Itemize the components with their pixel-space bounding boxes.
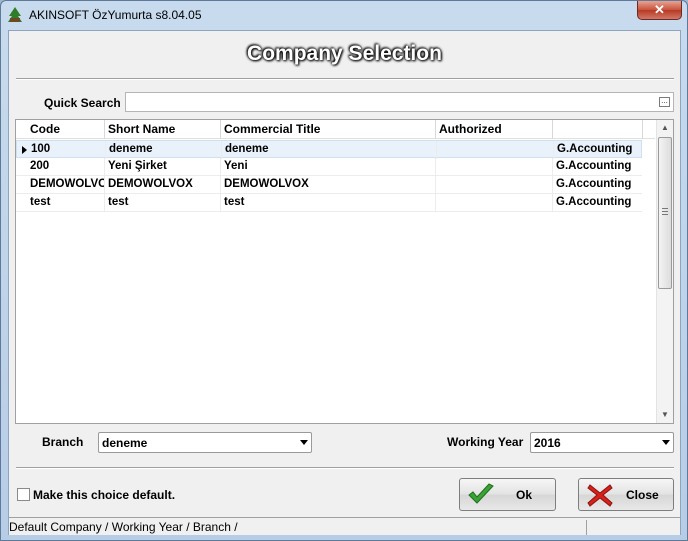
grid-vertical-scrollbar[interactable]: ▲ ▼	[656, 120, 673, 423]
title-bar: AKINSOFT ÖzYumurta s8.04.05 ✕	[1, 1, 687, 29]
scrollbar-thumb[interactable]	[658, 137, 672, 289]
cell-module: G.Accounting	[557, 143, 633, 155]
scroll-down-arrow-icon[interactable]: ▼	[657, 407, 673, 423]
cell-short-name: Yeni Şirket	[105, 158, 221, 176]
close-icon: ✕	[654, 2, 665, 17]
company-grid[interactable]: Code Short Name Commercial Title Authori…	[15, 119, 674, 424]
window-close-button[interactable]: ✕	[637, 1, 682, 20]
chevron-down-icon	[300, 440, 308, 445]
column-header-commercial-title[interactable]: Commercial Title	[221, 120, 436, 139]
cell-code: 200	[27, 158, 105, 176]
quick-search-label: Quick Search	[44, 96, 121, 110]
branch-select[interactable]: deneme	[98, 432, 312, 453]
header-divider	[16, 78, 674, 80]
column-header-short-name[interactable]: Short Name	[105, 120, 221, 139]
grid-header: Code Short Name Commercial Title Authori…	[16, 120, 655, 139]
cell-authorized	[436, 158, 553, 176]
quick-search-input[interactable]: ...	[125, 92, 674, 112]
dialog-body: Company Selection Quick Search ... Code …	[8, 30, 681, 535]
cell-authorized	[437, 141, 554, 159]
grip-icon	[662, 208, 668, 215]
column-header-code[interactable]: Code	[27, 120, 105, 139]
table-row[interactable]: test test test G.Accounting	[16, 194, 642, 212]
red-x-icon	[587, 484, 613, 507]
footer-divider	[16, 467, 674, 469]
app-window: AKINSOFT ÖzYumurta s8.04.05 ✕ Company Se…	[0, 0, 688, 541]
branch-label: Branch	[42, 435, 84, 449]
working-year-select[interactable]: 2016	[530, 432, 674, 453]
ellipsis-icon[interactable]: ...	[659, 97, 670, 107]
chevron-down-icon	[662, 440, 670, 445]
cell-module: G.Accounting	[556, 196, 632, 208]
working-year-value: 2016	[534, 436, 561, 450]
cell-commercial-title: test	[221, 194, 436, 212]
dialog-heading: Company Selection	[247, 42, 442, 65]
column-header-module[interactable]	[553, 120, 643, 139]
close-button[interactable]: Close	[578, 478, 674, 511]
window-title: AKINSOFT ÖzYumurta s8.04.05	[29, 8, 202, 22]
default-choice-label[interactable]: Make this choice default.	[33, 488, 175, 502]
cell-code: test	[27, 194, 105, 212]
cell-commercial-title: deneme	[222, 141, 437, 159]
status-text: Default Company / Working Year / Branch …	[9, 520, 587, 535]
default-choice-checkbox[interactable]	[17, 488, 30, 501]
cell-short-name: deneme	[106, 141, 222, 159]
cell-commercial-title: Yeni	[221, 158, 436, 176]
cell-code: 100	[28, 141, 106, 159]
column-header-authorized[interactable]: Authorized	[436, 120, 553, 139]
cell-short-name: test	[105, 194, 221, 212]
branch-value: deneme	[102, 436, 148, 450]
cell-authorized	[436, 194, 553, 212]
table-row[interactable]: 200 Yeni Şirket Yeni G.Accounting	[16, 158, 642, 176]
ok-button[interactable]: Ok	[459, 478, 556, 511]
ok-button-label: Ok	[516, 488, 533, 502]
cell-commercial-title: DEMOWOLVOX	[221, 176, 436, 194]
status-bar: Default Company / Working Year / Branch …	[9, 517, 680, 535]
cell-module: G.Accounting	[556, 178, 632, 190]
current-row-indicator-icon	[22, 146, 27, 154]
cell-module: G.Accounting	[556, 160, 632, 172]
scroll-up-arrow-icon[interactable]: ▲	[657, 120, 673, 136]
table-row[interactable]: 100 deneme deneme G.Accounting	[16, 140, 642, 159]
working-year-label: Working Year	[447, 435, 524, 449]
cell-code: DEMOWOLVO	[27, 176, 105, 194]
table-row[interactable]: DEMOWOLVO DEMOWOLVOX DEMOWOLVOX G.Accoun…	[16, 176, 642, 194]
app-logo-icon	[8, 7, 22, 22]
cell-authorized	[436, 176, 553, 194]
checkmark-icon	[468, 483, 494, 504]
cell-short-name: DEMOWOLVOX	[105, 176, 221, 194]
close-button-label: Close	[626, 488, 659, 502]
